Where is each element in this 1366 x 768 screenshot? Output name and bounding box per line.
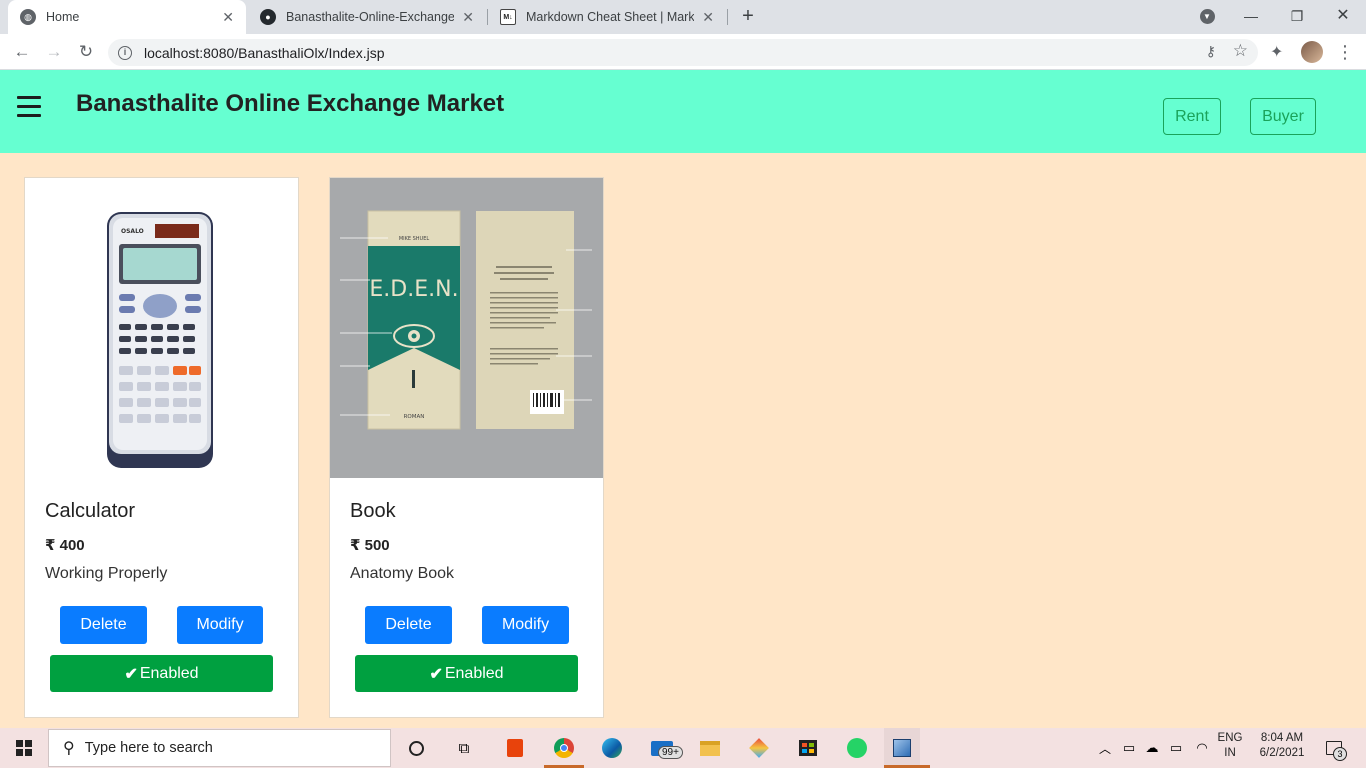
- chrome-icon[interactable]: [552, 736, 576, 760]
- info-icon[interactable]: i: [118, 45, 132, 60]
- clock-time: 8:04 AM: [1260, 732, 1304, 744]
- file-explorer-icon[interactable]: [698, 736, 722, 760]
- tab-search-icon[interactable]: ▼: [1184, 4, 1230, 28]
- store-icon[interactable]: [796, 736, 820, 760]
- enabled-label: Enabled: [139, 664, 199, 682]
- tab-github[interactable]: ● Banasthalite-Online-Exchange-M ✕: [248, 0, 486, 34]
- tab-home[interactable]: ◍ Home ✕: [8, 0, 246, 34]
- whatsapp-icon[interactable]: [845, 736, 869, 760]
- tab-markdown[interactable]: M↓ Markdown Cheat Sheet | Markdo ✕: [488, 0, 726, 34]
- product-description: Working Properly: [45, 565, 168, 582]
- virtualbox-icon[interactable]: [884, 728, 920, 768]
- battery-icon[interactable]: ▭: [1164, 736, 1188, 760]
- forward-icon[interactable]: →: [42, 40, 66, 64]
- product-description: Anatomy Book: [350, 565, 455, 582]
- address-bar[interactable]: i localhost:8080/BanasthaliOlx/Index.jsp…: [108, 39, 1258, 66]
- meet-now-icon[interactable]: ▭: [1117, 736, 1141, 760]
- check-icon: ✔: [124, 665, 138, 683]
- svg-text:ROMAN: ROMAN: [404, 414, 425, 420]
- enabled-button[interactable]: ✔ Enabled: [50, 655, 273, 692]
- clock[interactable]: 8:04 AM 6/2/2021: [1252, 732, 1312, 759]
- notification-icon[interactable]: 3: [1322, 736, 1347, 761]
- taskbar-search-input[interactable]: ⚲ Type here to search: [48, 729, 391, 767]
- rent-button[interactable]: Rent: [1163, 98, 1221, 135]
- modify-button[interactable]: Modify: [177, 606, 263, 644]
- product-title: Book: [350, 500, 396, 522]
- enabled-button[interactable]: ✔ Enabled: [355, 655, 578, 692]
- region: IN: [1224, 747, 1236, 759]
- svg-text:MIKE SHUEL: MIKE SHUEL: [399, 236, 430, 242]
- svg-text:E.D.E.N.: E.D.E.N.: [369, 277, 458, 302]
- tab-label: Home: [46, 10, 80, 24]
- product-price: ₹ 500: [350, 537, 390, 554]
- star-icon[interactable]: ☆: [1233, 41, 1248, 61]
- brand-title[interactable]: Banasthalite Online Exchange Market: [76, 90, 504, 118]
- close-icon[interactable]: ✕: [462, 9, 474, 26]
- product-card: OSALO Calculator ₹ 400 Working Properly …: [24, 177, 299, 718]
- book-image: MIKE SHUEL E.D.E.N. ROMAN: [330, 178, 603, 478]
- clock-date: 6/2/2021: [1259, 747, 1305, 759]
- cortana-icon[interactable]: [404, 736, 428, 760]
- svg-text:OSALO: OSALO: [121, 228, 144, 235]
- chevron-up-icon[interactable]: ︿: [1093, 736, 1117, 760]
- markdown-icon: M↓: [500, 9, 516, 25]
- back-icon[interactable]: ←: [10, 40, 34, 64]
- notification-count: 3: [1333, 747, 1347, 761]
- language: ENG: [1217, 732, 1243, 744]
- buyer-button[interactable]: Buyer: [1250, 98, 1316, 135]
- product-title: Calculator: [45, 500, 136, 522]
- mail-badge: 99+: [658, 746, 683, 759]
- url-text[interactable]: localhost:8080/BanasthaliOlx/Index.jsp: [144, 45, 384, 61]
- onedrive-icon[interactable]: ☁: [1140, 736, 1164, 760]
- browser-toolbar: ← → ↻ i localhost:8080/BanasthaliOlx/Ind…: [0, 34, 1366, 70]
- globe-icon: ◍: [20, 9, 36, 25]
- product-price: ₹ 400: [45, 537, 85, 554]
- app-icon[interactable]: [747, 736, 771, 760]
- tab-label: Banasthalite-Online-Exchange-M: [286, 10, 455, 24]
- delete-button[interactable]: Delete: [60, 606, 147, 644]
- wifi-icon[interactable]: ◠: [1190, 736, 1214, 760]
- hamburger-icon[interactable]: [17, 96, 41, 118]
- reload-icon[interactable]: ↻: [74, 40, 98, 64]
- edge-icon[interactable]: [600, 736, 624, 760]
- search-icon: ⚲: [63, 740, 75, 757]
- taskbar: ⚲ Type here to search ⧉ 99+ ︿ ▭ ☁ ▭ ◠ EN…: [0, 728, 1366, 768]
- delete-button[interactable]: Delete: [365, 606, 452, 644]
- check-icon: ✔: [429, 665, 443, 683]
- language-indicator[interactable]: ENG IN: [1215, 732, 1245, 759]
- app-navbar: Banasthalite Online Exchange Market Rent…: [0, 70, 1366, 153]
- task-view-icon[interactable]: ⧉: [452, 736, 476, 760]
- close-icon[interactable]: ✕: [222, 9, 234, 26]
- key-icon[interactable]: ⚷: [1206, 43, 1216, 60]
- tab-separator: [727, 9, 728, 25]
- modify-button[interactable]: Modify: [482, 606, 569, 644]
- minimize-icon[interactable]: —: [1228, 4, 1274, 28]
- mail-icon[interactable]: 99+: [650, 736, 683, 760]
- product-card: MIKE SHUEL E.D.E.N. ROMAN Book ₹ 500 Ana…: [329, 177, 604, 718]
- search-placeholder: Type here to search: [84, 740, 213, 756]
- extensions-icon[interactable]: ✦: [1270, 42, 1283, 62]
- restore-icon[interactable]: ❐: [1274, 4, 1320, 28]
- new-tab-icon[interactable]: +: [738, 6, 758, 26]
- calculator-image: OSALO: [25, 178, 298, 478]
- browser-tabstrip: ◍ Home ✕ ● Banasthalite-Online-Exchange-…: [0, 0, 1366, 34]
- window-close-icon[interactable]: ✕: [1320, 4, 1366, 28]
- github-icon: ●: [260, 9, 276, 25]
- avatar[interactable]: [1301, 41, 1323, 63]
- office-icon[interactable]: [503, 736, 527, 760]
- menu-icon[interactable]: ⋮: [1336, 40, 1354, 64]
- close-icon[interactable]: ✕: [702, 9, 714, 26]
- enabled-label: Enabled: [444, 664, 504, 682]
- tab-label: Markdown Cheat Sheet | Markdo: [526, 10, 695, 24]
- windows-start-icon[interactable]: [16, 740, 32, 756]
